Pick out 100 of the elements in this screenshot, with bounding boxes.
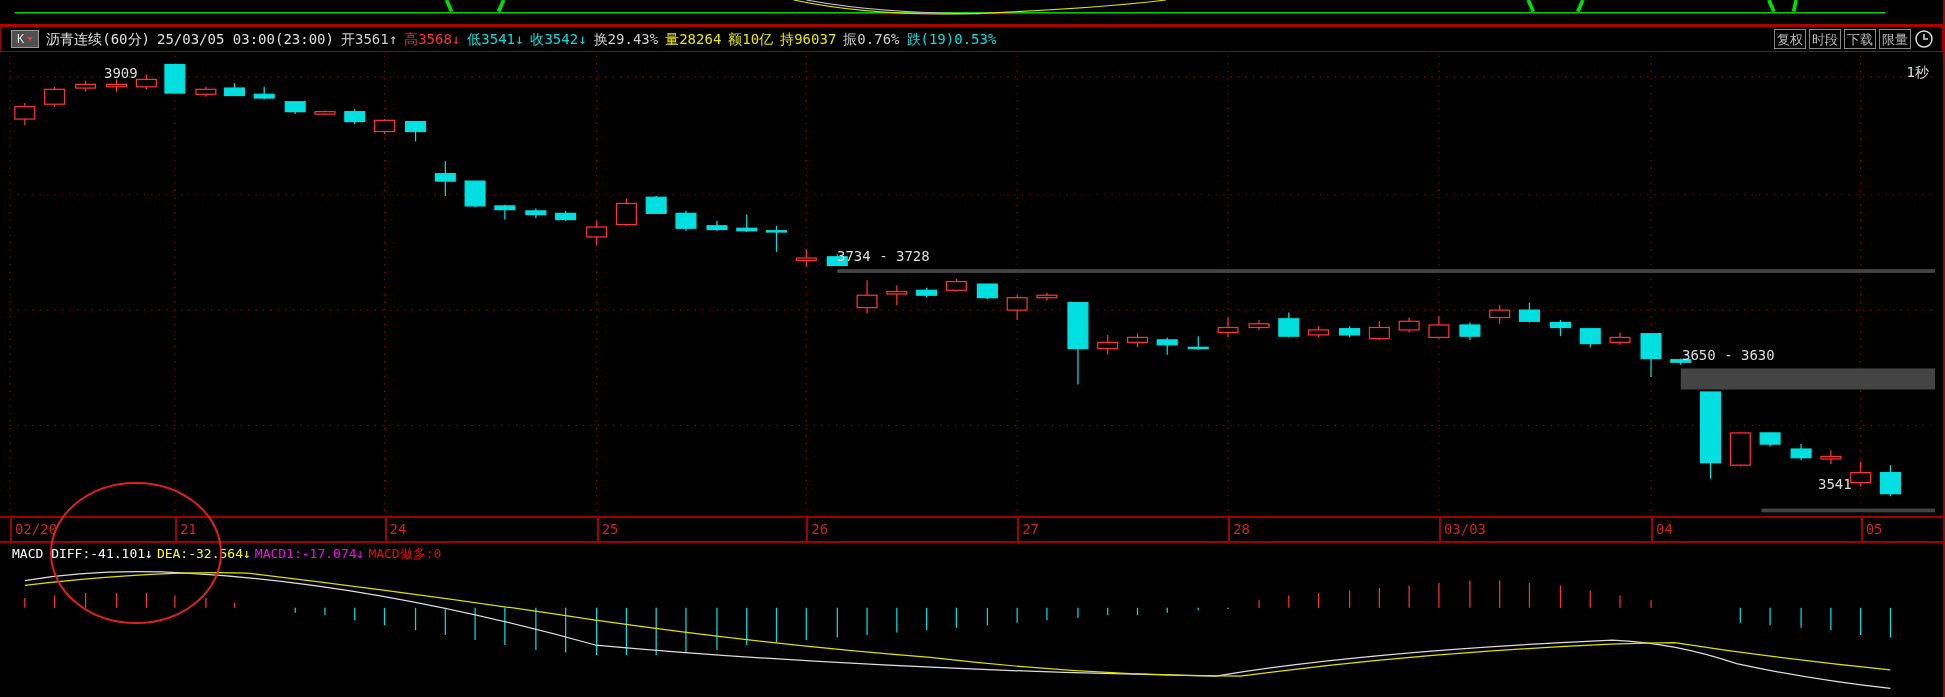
candlestick — [945, 278, 967, 293]
price-level-label: 3734 - 3728 — [837, 249, 930, 263]
date-axis-label: 03/03 — [1438, 518, 1487, 541]
candlestick — [1459, 321, 1481, 341]
candlestick — [1609, 331, 1631, 346]
candlestick — [1248, 319, 1270, 331]
macd-legend-value: MACD DIFF:-41.101 — [12, 545, 146, 564]
candlestick — [494, 204, 516, 221]
candlestick — [44, 86, 66, 108]
candlestick — [1217, 316, 1239, 338]
candlestick — [405, 120, 427, 143]
candlestick — [1489, 304, 1511, 325]
candlestick — [1579, 328, 1601, 348]
quote-stat: 开3561 — [340, 29, 389, 49]
toolbar-button[interactable]: 限量 — [1879, 29, 1911, 49]
caret-icon — [27, 37, 34, 41]
trend-arrow: ↓ — [356, 545, 365, 564]
trend-arrow: ↑ — [388, 29, 398, 49]
candlestick — [615, 197, 637, 227]
candlestick — [856, 279, 878, 315]
candlestick — [645, 195, 667, 214]
candlestick — [1518, 302, 1540, 324]
toolbar-button[interactable]: 时段 — [1809, 29, 1841, 49]
toolbar-button[interactable]: 下载 — [1844, 29, 1876, 49]
candlestick — [976, 283, 998, 300]
candlestick — [1729, 431, 1751, 467]
candlestick — [1006, 294, 1028, 321]
candlestick — [164, 63, 186, 94]
candlestick — [1428, 315, 1450, 340]
macd-legend-value: MACD做多:0 — [368, 545, 442, 564]
candlestick — [1156, 336, 1178, 356]
candlestick — [223, 82, 245, 97]
date-axis-label: 04 — [1651, 518, 1673, 541]
price-level-label: 3909 — [104, 66, 138, 80]
candlestick — [1879, 464, 1901, 497]
quote-stat: 低3541 — [467, 29, 515, 49]
date-axis-label: 25 — [596, 518, 619, 541]
candlestick — [1820, 449, 1842, 465]
candlestick — [106, 78, 128, 93]
candlestick — [1036, 292, 1058, 301]
candlestick — [14, 102, 36, 126]
candlestick — [1308, 325, 1330, 338]
candlestick — [464, 180, 486, 208]
candlestick — [1850, 460, 1872, 487]
candlestick — [195, 86, 217, 98]
candlestick — [284, 101, 306, 115]
trend-arrow: ↓ — [451, 29, 461, 49]
date-axis-label: 24 — [384, 518, 407, 541]
date-axis-label: 05 — [1860, 518, 1883, 541]
candlestick — [765, 225, 788, 253]
date-axis-label: 21 — [174, 518, 197, 541]
trend-arrow: ↓ — [578, 29, 587, 49]
candlestick — [314, 109, 336, 116]
quote-stat: 高3568 — [404, 29, 452, 49]
date-axis-label: 26 — [806, 518, 829, 541]
quote-stat: 换29.43% — [593, 29, 659, 49]
candlestick — [75, 80, 97, 93]
candlestick — [736, 214, 758, 233]
candlestick — [1790, 443, 1812, 461]
candlestick — [1640, 333, 1662, 378]
price-level-label: 3541 — [1818, 477, 1852, 491]
candlestick — [1187, 335, 1209, 351]
candlestick — [675, 210, 697, 232]
candlestick — [586, 220, 608, 247]
clock-icon[interactable] — [1914, 29, 1934, 49]
quote-stat: 收3542 — [530, 29, 579, 49]
date-axis-label: 02/20 — [9, 518, 58, 541]
candlestick — [344, 108, 366, 125]
candlestick — [555, 210, 577, 222]
trend-arrow: ↓ — [243, 545, 251, 564]
quote-stat: 量28264 — [665, 29, 722, 49]
trend-arrow: ↓ — [145, 545, 153, 564]
toolbar-button[interactable]: 复权 — [1774, 29, 1806, 49]
candlestick — [374, 118, 396, 135]
bar-datetime: 25/03/05 03:00(23:00) — [156, 29, 334, 49]
candlestick — [135, 73, 157, 90]
candlestick — [253, 86, 275, 100]
date-axis-label: 27 — [1017, 518, 1039, 541]
candlestick — [525, 207, 547, 219]
candlestick — [434, 160, 456, 197]
candlestick — [706, 220, 728, 232]
candlestick — [1759, 432, 1781, 448]
candlestick — [1339, 325, 1361, 338]
candlestick — [1398, 316, 1420, 334]
trend-arrow: ↓ — [515, 29, 524, 49]
quote-stat: 振0.76% — [843, 29, 900, 49]
quote-stat: 跌(19)0.53% — [906, 29, 997, 49]
instrument-title: 沥青连续(60分) — [46, 29, 150, 49]
candlestick — [1097, 334, 1119, 356]
quote-stat: 持96037 — [780, 29, 837, 49]
macd-legend-value: MACD1:-17.074 — [254, 545, 357, 564]
date-axis-label: 28 — [1228, 518, 1250, 541]
candlestick — [795, 248, 817, 268]
refresh-rate-label: 1秒 — [1906, 63, 1929, 82]
candlestick — [916, 287, 938, 299]
price-level-label: 3650 - 3630 — [1682, 348, 1775, 362]
candlestick — [1549, 319, 1571, 337]
candlestick — [1368, 320, 1390, 341]
chart-menu-button[interactable]: K — [11, 30, 40, 48]
candlestick — [1126, 333, 1148, 348]
